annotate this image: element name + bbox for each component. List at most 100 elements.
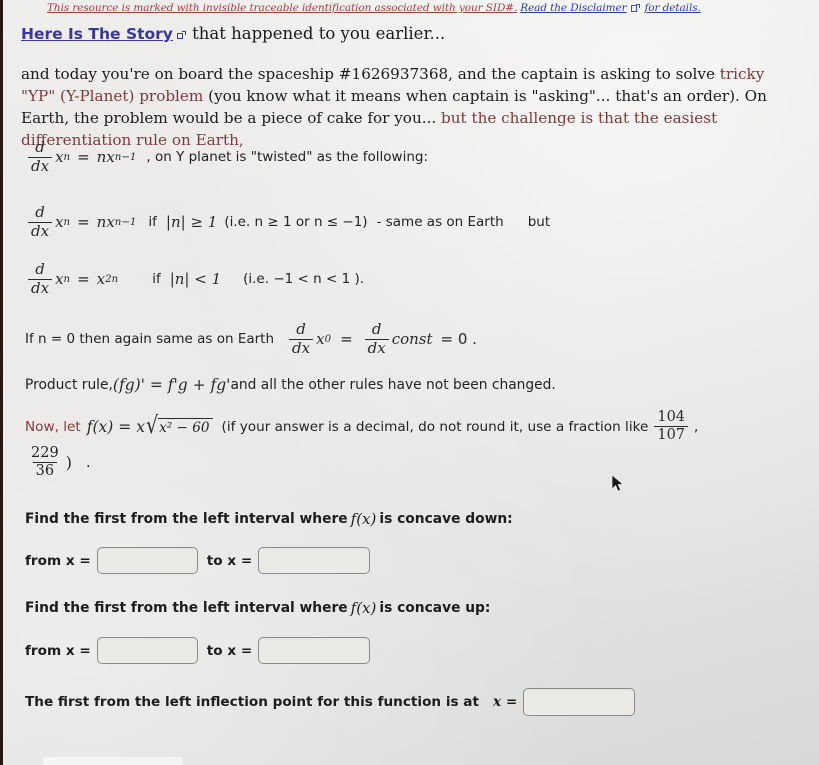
- disclaimer-banner: This resource is marked with invisible t…: [6, 0, 819, 16]
- equals-sign: =: [77, 148, 90, 167]
- lhs-exponent: n: [63, 216, 71, 228]
- derivative-operator: d dx: [28, 261, 53, 297]
- case-3-term-2: const: [391, 330, 433, 349]
- external-link-icon: [630, 3, 640, 13]
- x-factor: x: [136, 417, 145, 436]
- question-1-function: f(x): [350, 510, 377, 528]
- frac-denominator: dx: [28, 278, 53, 297]
- rhs-exponent: n−1: [114, 216, 137, 228]
- here-is-the-story-link[interactable]: Here Is The Story: [21, 25, 173, 43]
- headline-rest: that happened to you earlier...: [192, 24, 446, 43]
- rhs-exponent: 2n: [105, 273, 119, 285]
- radical-sign: √: [145, 411, 159, 440]
- derivative-operator-2: d dx: [364, 320, 389, 357]
- frac-denominator: 36: [32, 462, 58, 479]
- derivative-operator-1: d dx: [289, 320, 314, 357]
- story-headline: Here Is The Story that happened to you e…: [21, 24, 809, 43]
- external-link-icon: [176, 31, 186, 40]
- frac-numerator: d: [35, 138, 45, 156]
- lhs-base: x: [55, 148, 64, 167]
- earth-rule-trailing-text: , on Y planet is "twisted" as the follow…: [146, 149, 429, 166]
- inflection-x-label: x =: [492, 694, 518, 710]
- disclaimer-link[interactable]: Read the Disclaimer: [520, 2, 626, 14]
- case-3-term-1-exponent: 0: [324, 333, 332, 345]
- f-of-x-equals: f(x) =: [86, 417, 132, 436]
- frac-numerator: d: [296, 320, 306, 338]
- question-1-from-input[interactable]: [96, 547, 198, 574]
- radicand: x² − 60: [158, 418, 213, 436]
- hint-close-paren: ): [65, 453, 72, 473]
- case-1-condition: |n| ≥ 1: [165, 213, 218, 232]
- hint-comma: ,: [694, 418, 699, 435]
- question-2-text-before: Find the first from the left interval wh…: [25, 600, 348, 616]
- case-3-term-1: x: [316, 330, 325, 349]
- rhs-base: x: [96, 270, 106, 289]
- inflection-point-row: The first from the left inflection point…: [25, 688, 636, 716]
- example-fraction-2: 229 36: [28, 445, 62, 479]
- derivative-operator: d dx: [28, 138, 53, 175]
- page-bottom-artifact: [43, 757, 183, 765]
- if-keyword: if: [148, 214, 157, 231]
- product-rule-formula: (fg)' = f'g + fg': [112, 376, 231, 394]
- lhs-exponent: n: [63, 273, 71, 285]
- case-2-condition: |n| < 1: [169, 270, 222, 289]
- equals-zero: = 0 .: [440, 330, 477, 349]
- question-1-to-input[interactable]: [258, 547, 371, 574]
- case-3-prefix: If n = 0 then again same as on Earth: [25, 331, 275, 348]
- frac-denominator: 107: [654, 426, 689, 443]
- question-1-text-after: is concave down:: [379, 511, 513, 527]
- question-1-prompt: Find the first from the left interval wh…: [25, 510, 513, 528]
- frac-numerator: d: [35, 203, 45, 221]
- product-rule-line: Product rule, (fg)' = f'g + fg' and all …: [25, 376, 556, 394]
- frac-numerator: 104: [657, 409, 686, 425]
- frac-denominator: dx: [28, 156, 53, 175]
- case-1-parenthetical: (i.e. n ≥ 1 or n ≤ −1): [224, 214, 368, 231]
- yp-rule-case-3: If n = 0 then again same as on Earth d d…: [25, 320, 477, 357]
- example-fraction-1: 104 107: [654, 409, 689, 443]
- question-1-from-label: from x =: [25, 552, 91, 569]
- rhs-base: nx: [96, 213, 115, 232]
- hint-period: .: [85, 454, 91, 471]
- question-2-from-input[interactable]: [96, 637, 198, 664]
- case-1-note: - same as on Earth: [376, 214, 504, 231]
- earth-power-rule: d dx xn = nx n−1 , on Y planet is "twiste…: [25, 138, 429, 175]
- now-let-label: Now, let: [25, 418, 81, 435]
- square-root-expression: √ x² − 60: [145, 411, 213, 440]
- intro-paragraph: and today you're on board the spaceship …: [21, 63, 803, 151]
- frac-numerator: 229: [31, 445, 59, 461]
- question-2-text-after: is concave up:: [379, 600, 491, 616]
- question-2-prompt: Find the first from the left interval wh…: [25, 599, 490, 617]
- equals-sign: =: [77, 270, 90, 289]
- frac-denominator: dx: [289, 338, 314, 357]
- rhs-exponent: n−1: [114, 151, 137, 163]
- disclaimer-details-link[interactable]: for details.: [645, 2, 701, 14]
- question-1-text-before: Find the first from the left interval wh…: [25, 511, 348, 527]
- rhs-base: nx: [96, 148, 115, 167]
- lhs-base: x: [55, 270, 64, 289]
- frac-numerator: d: [371, 320, 382, 338]
- worksheet-page: This resource is marked with invisible t…: [0, 0, 819, 765]
- question-1-answer-row: from x = to x =: [25, 547, 371, 574]
- fraction-hint-text: (if your answer is a decimal, do not rou…: [221, 418, 649, 435]
- question-1-to-label: to x =: [206, 552, 253, 569]
- lhs-exponent: n: [63, 151, 71, 163]
- intro-part-1: and today you're on board the spaceship …: [21, 65, 720, 83]
- case-1-but: but: [527, 214, 551, 231]
- question-2-function: f(x): [350, 599, 377, 617]
- product-rule-prefix: Product rule,: [25, 377, 113, 393]
- lhs-base: x: [55, 213, 64, 232]
- question-2-from-label: from x =: [25, 642, 91, 659]
- product-rule-suffix: and all the other rules have not been ch…: [230, 377, 556, 393]
- yp-rule-case-2: d dx xn = x 2n if |n| < 1 (i.e. −1 < n < …: [25, 261, 364, 297]
- inflection-point-input[interactable]: [523, 688, 636, 716]
- mouse-pointer-icon: [611, 474, 625, 494]
- yp-rule-case-1: d dx xn = nx n−1 if |n| ≥ 1 (i.e. n ≥ 1 o…: [25, 203, 551, 240]
- equals-sign: =: [77, 213, 90, 232]
- question-2-to-input[interactable]: [258, 637, 371, 664]
- derivative-operator: d dx: [28, 203, 53, 240]
- if-keyword: if: [152, 271, 161, 288]
- equals-sign-1: =: [340, 330, 353, 349]
- disclaimer-text: This resource is marked with invisible t…: [47, 2, 518, 14]
- question-2-answer-row: from x = to x =: [25, 637, 371, 664]
- function-definition-line: Now, let f(x) = x √ x² − 60 (if your ans…: [25, 409, 805, 443]
